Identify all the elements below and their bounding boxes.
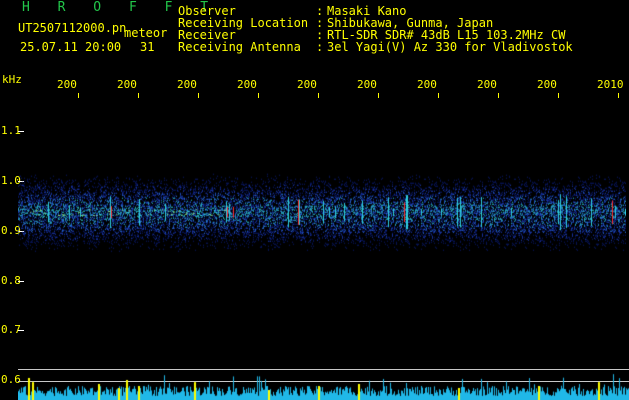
signal-level-bars	[18, 370, 629, 400]
x-axis-label: 200	[477, 78, 497, 91]
antenna-label: Receiving Antenna	[178, 40, 301, 54]
x-axis-label: 200	[537, 78, 557, 91]
x-axis-label: 200	[57, 78, 77, 91]
x-axis-label: 200	[357, 78, 377, 91]
x-axis-label: 200	[297, 78, 317, 91]
spectrogram-plot	[18, 96, 626, 372]
antenna-value: 3el Yagi(V) Az 330 for Vladivostok	[327, 40, 573, 54]
file-name: UT2507112000.pn	[18, 21, 127, 35]
x-axis-label: 200	[417, 78, 437, 91]
antenna-separator: :	[316, 40, 324, 54]
meteor-count: 31	[140, 40, 155, 54]
x-axis-label: 2010	[597, 78, 624, 91]
date-time: 25.07.11 20:00	[20, 40, 122, 54]
x-axis-label: 200	[177, 78, 197, 91]
mode-label: meteor	[124, 26, 168, 40]
hrofft-spectrogram-window: H R O F F T UT2507112000.pn meteor 25.07…	[0, 0, 629, 400]
x-axis-label: 200	[117, 78, 137, 91]
y-axis-unit: kHz	[2, 73, 22, 86]
x-axis-label: 200	[237, 78, 257, 91]
